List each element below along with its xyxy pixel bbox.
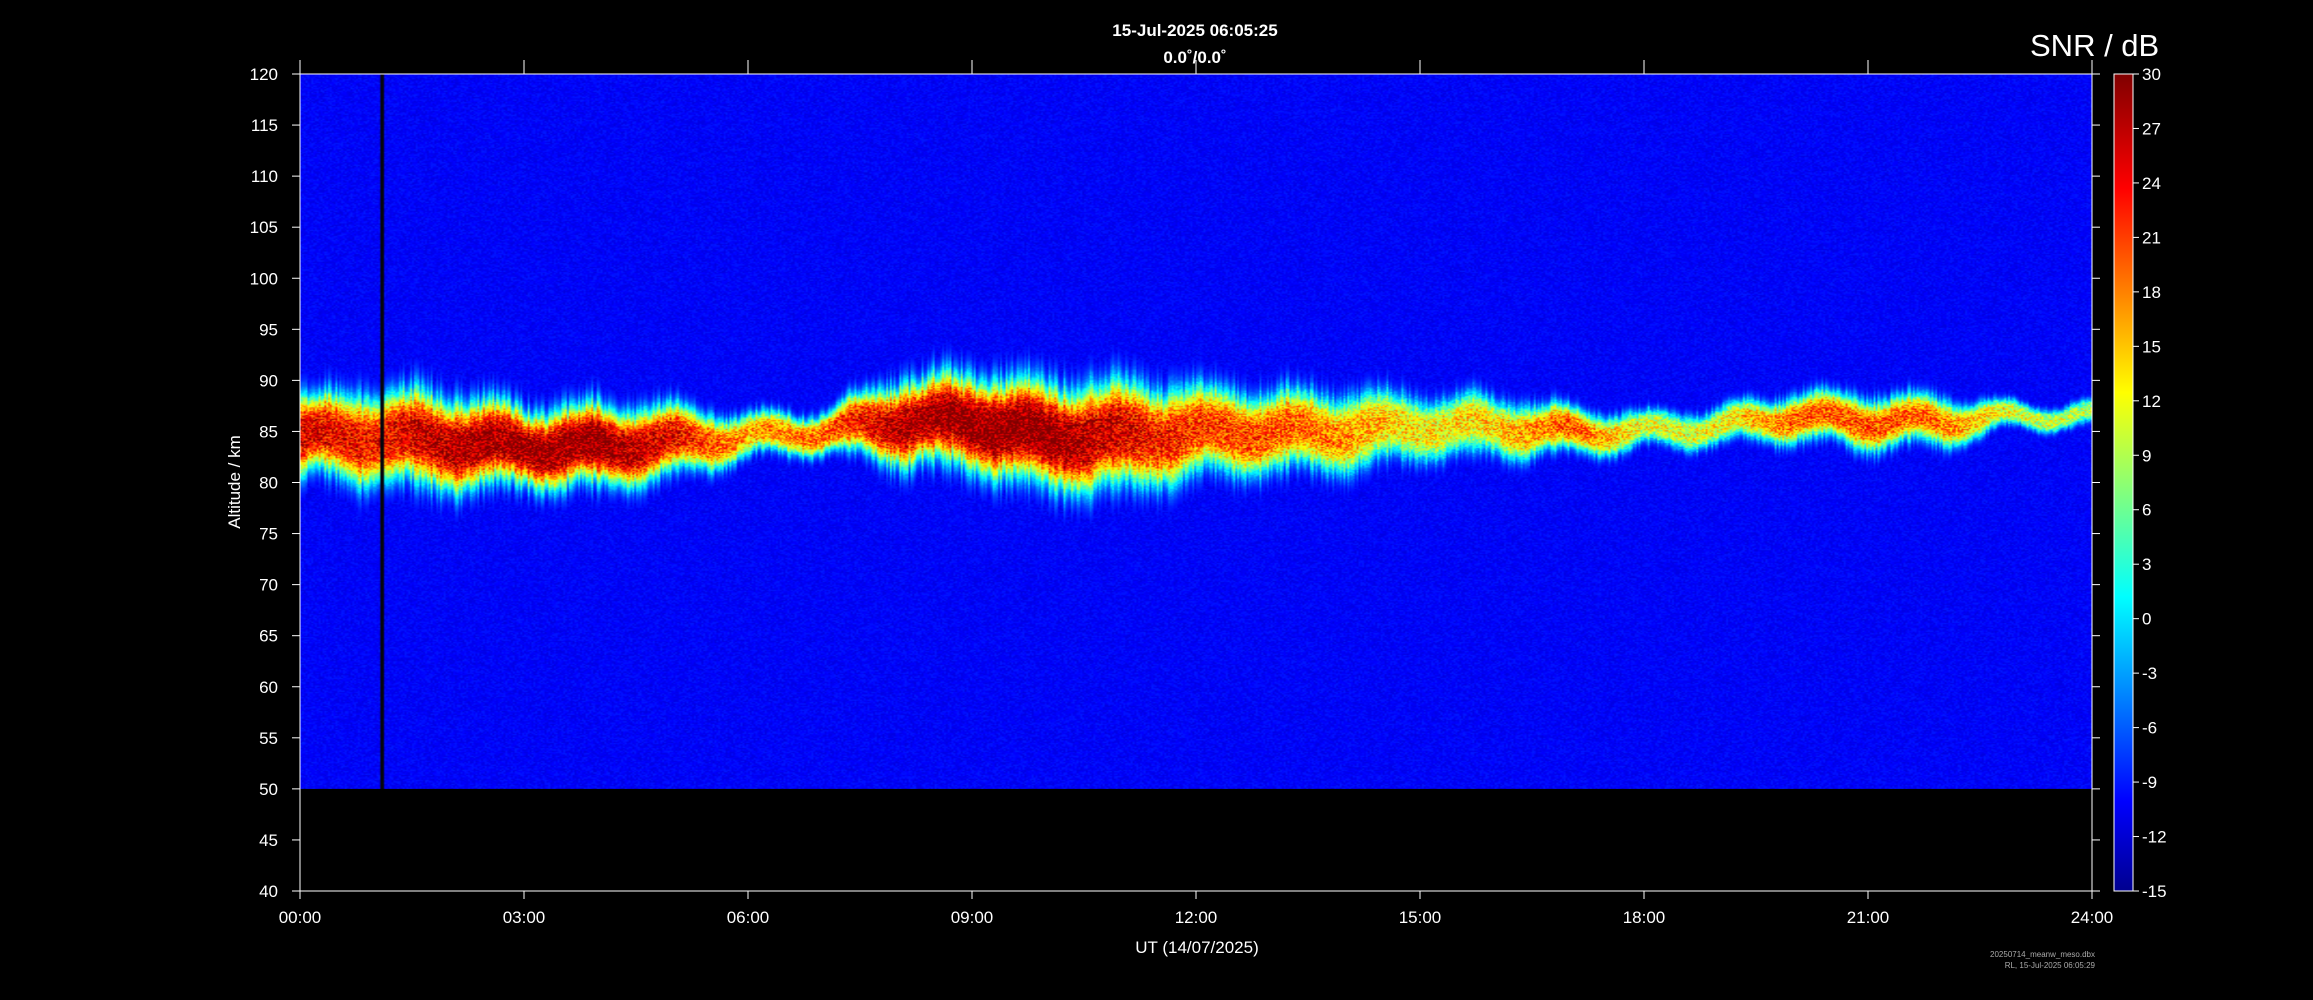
y-tick-label: 60 <box>259 678 278 697</box>
y-tick-label: 100 <box>250 269 278 288</box>
y-tick-label: 115 <box>251 116 278 135</box>
x-tick-label: 00:00 <box>279 908 322 927</box>
snr-heatmap-figure: 4045505560657075808590951001051101151200… <box>225 60 2167 957</box>
y-tick-label: 85 <box>259 422 278 441</box>
x-tick-label: 15:00 <box>1399 908 1442 927</box>
y-tick-label: 70 <box>259 576 278 595</box>
colorbar-tick-label: -9 <box>2142 773 2157 792</box>
colorbar-tick-label: 21 <box>2142 228 2161 247</box>
x-axis-label: UT (14/07/2025) <box>1135 938 1258 957</box>
y-axis-label: Altitude / km <box>225 435 244 529</box>
generated-note: RL, 15-Jul-2025 06:05:29 <box>2004 961 2095 970</box>
x-tick-label: 18:00 <box>1623 908 1666 927</box>
y-tick-label: 105 <box>250 218 278 237</box>
y-tick-label: 65 <box>259 627 278 646</box>
y-tick-label: 120 <box>250 65 278 84</box>
colorbar-tick-label: 6 <box>2142 501 2151 520</box>
y-tick-label: 40 <box>259 882 278 901</box>
colorbar-tick-label: 3 <box>2142 555 2151 574</box>
x-tick-label: 03:00 <box>503 908 546 927</box>
source-file-note: 20250714_meanw_meso.dbx <box>1990 950 2095 959</box>
colorbar-tick-label: -3 <box>2142 664 2157 683</box>
colorbar-tick-label: 24 <box>2142 174 2161 193</box>
colorbar-tick-label: 30 <box>2142 65 2161 84</box>
chart-subtitle: 0.0˚/0.0˚ <box>1163 48 1227 67</box>
y-tick-label: 45 <box>259 831 278 850</box>
colorbar-tick-label: 0 <box>2142 610 2151 629</box>
x-tick-label: 09:00 <box>951 908 994 927</box>
colorbar-tick-label: -12 <box>2142 828 2167 847</box>
colorbar-tick-label: -15 <box>2142 882 2167 901</box>
colorbar-tick-label: 15 <box>2142 337 2161 356</box>
colorbar <box>2113 73 2134 892</box>
snr-heatmap <box>300 74 2092 789</box>
colorbar-tick-label: 12 <box>2142 392 2161 411</box>
chart-title: 15-Jul-2025 06:05:25 <box>1112 21 1278 40</box>
y-tick-label: 80 <box>259 474 278 493</box>
y-tick-label: 75 <box>259 525 278 544</box>
y-tick-label: 55 <box>259 729 278 748</box>
colorbar-tick-label: 9 <box>2142 446 2151 465</box>
y-tick-label: 90 <box>259 371 278 390</box>
colorbar-ticks: 302724211815129630-3-6-9-12-15 <box>2133 65 2167 901</box>
x-tick-label: 21:00 <box>1847 908 1890 927</box>
y-tick-label: 110 <box>251 167 278 186</box>
y-tick-label: 95 <box>259 320 278 339</box>
x-tick-label: 06:00 <box>727 908 770 927</box>
colorbar-label: SNR / dB <box>2030 28 2160 63</box>
x-tick-label: 24:00 <box>2071 908 2114 927</box>
y-tick-label: 50 <box>259 780 278 799</box>
colorbar-tick-label: 27 <box>2142 119 2161 138</box>
x-tick-label: 12:00 <box>1175 908 1218 927</box>
colorbar-tick-label: 18 <box>2142 283 2161 302</box>
colorbar-tick-label: -6 <box>2142 719 2157 738</box>
